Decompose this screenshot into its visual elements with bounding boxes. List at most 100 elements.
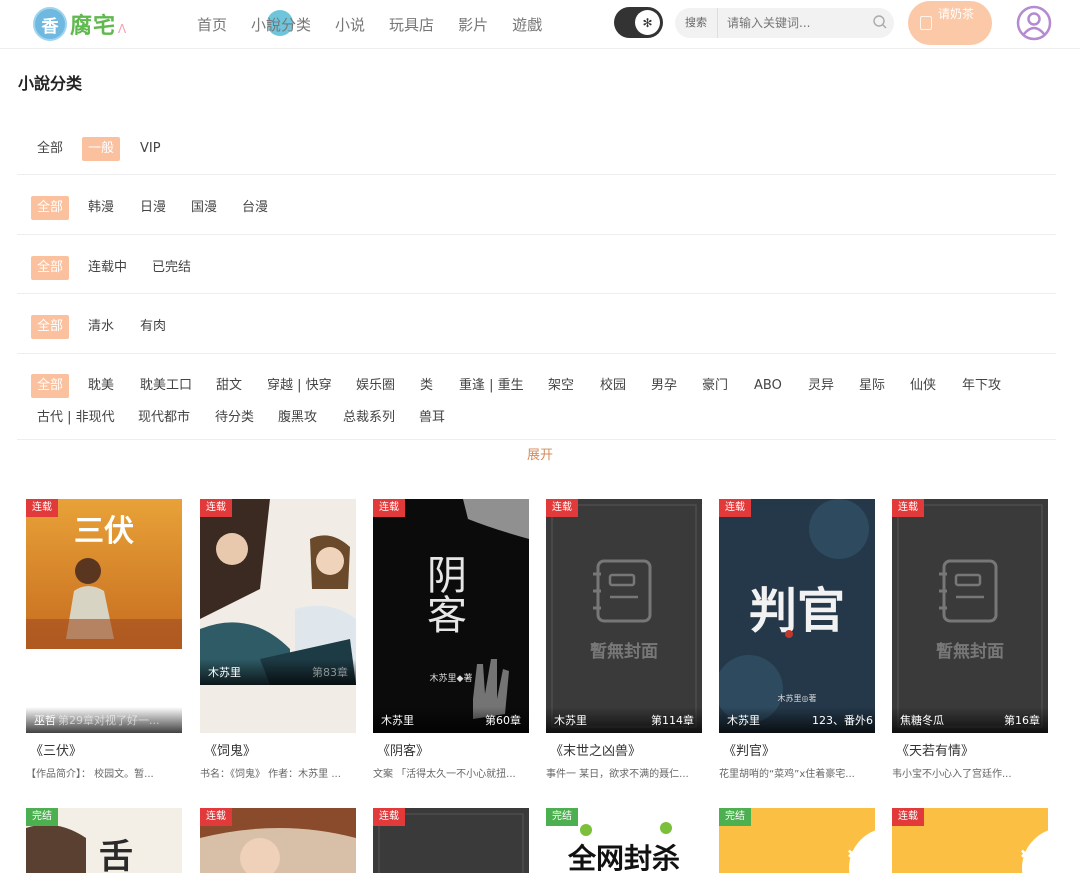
search-label[interactable]: 搜索 (675, 8, 718, 38)
book-cover[interactable]: 暫無封面 连载 焦糖冬瓜 第16章 (892, 499, 1048, 733)
theme-toggle[interactable]: ✻ (614, 7, 663, 38)
cover-art-sigui (200, 499, 356, 733)
filter-row-access: 全部 一般 VIP (17, 118, 1056, 175)
logo-text: 腐宅 (70, 14, 117, 39)
nav-videos[interactable]: 影片 (458, 14, 488, 35)
expand-tags-button[interactable]: 展开 (0, 444, 1080, 463)
site-logo[interactable]: 香 腐宅 ᐱ (33, 6, 126, 42)
book-author: 木苏里 (208, 666, 241, 679)
cover-info-bar: 木苏里 第60章 (373, 707, 529, 733)
filter-chip[interactable]: 年下攻 (956, 374, 1007, 398)
cover-info-bar: 焦糖冬瓜 第16章 (892, 707, 1048, 733)
status-badge: 连载 (373, 808, 405, 826)
filter-chip[interactable]: 甜文 (210, 374, 248, 398)
book-title[interactable]: 《三伏》 (30, 740, 82, 759)
svg-text:舌: 舌 (99, 837, 133, 873)
status-badge: 完结 (719, 808, 751, 826)
book-description: 事件一 某日，欲求不满的聂仁... (546, 769, 689, 780)
book-cover[interactable]: 连载 木苏里 第83章 (200, 499, 356, 733)
book-title[interactable]: 《饲鬼》 (204, 740, 256, 759)
filter-chip[interactable]: 清水 (82, 315, 120, 339)
book-description: 文案 「活得太久一不小心就扭... (373, 769, 516, 780)
user-avatar-icon[interactable] (1016, 5, 1052, 41)
book-cover[interactable]: 全网封杀 完结 (546, 808, 702, 873)
filter-chip[interactable]: 连载中 (82, 256, 133, 280)
cover-art-sanfu: 三伏 (26, 499, 182, 733)
book-title[interactable]: 《阴客》 (377, 740, 429, 759)
status-badge: 完结 (26, 808, 58, 826)
filter-chip[interactable]: 已完结 (146, 256, 197, 280)
page-title: 小說分类 (18, 74, 83, 93)
svg-text:全网封杀: 全网封杀 (567, 842, 680, 873)
book-description: 【作品简介】： 校园文。暂... (26, 769, 154, 780)
svg-text:✖: ✖ (1020, 847, 1030, 861)
filter-chip[interactable]: 耽美工口 (134, 374, 198, 398)
filter-chip[interactable]: 校园 (594, 374, 632, 398)
search-input[interactable] (718, 16, 894, 30)
filter-chip[interactable]: 豪门 (696, 374, 734, 398)
book-cover[interactable]: 暫無封面 连载 木苏里 第114章 (546, 499, 702, 733)
filter-chip[interactable]: 耽美 (82, 374, 120, 398)
book-title[interactable]: 《判官》 (723, 740, 775, 759)
book-chapter: 第83章 (312, 666, 348, 679)
cover-author-text: 木苏里◆著 (430, 672, 473, 684)
filter-row-content: 全部 清水 有肉 (17, 294, 1056, 354)
filter-chip[interactable]: 全部 (31, 374, 70, 398)
filter-chip[interactable]: 仙侠 (904, 374, 942, 398)
filter-chip[interactable]: 全部 (31, 315, 70, 339)
filter-chip[interactable]: 总裁系列 (337, 406, 401, 430)
filter-chip[interactable]: 现代都市 (132, 406, 196, 430)
filter-chip[interactable]: ABO (748, 374, 788, 398)
book-cover[interactable]: 舌 完结 (26, 808, 182, 873)
filter-chip[interactable]: 穿越 | 快穿 (261, 374, 338, 398)
book-author: 木苏里 (554, 714, 587, 727)
filter-chip[interactable]: 日漫 (134, 196, 172, 220)
book-title[interactable]: 《末世之凶兽》 (550, 740, 641, 759)
filter-chip[interactable]: VIP (134, 137, 167, 161)
filter-chip[interactable]: 国漫 (185, 196, 223, 220)
filter-chip[interactable]: 全部 (31, 137, 69, 161)
book-cover[interactable]: ✖ 完结 (719, 808, 875, 873)
filter-chip[interactable]: 类 (414, 374, 439, 398)
filter-chip[interactable]: 兽耳 (413, 406, 451, 430)
filter-chip[interactable]: 待分类 (209, 406, 260, 430)
filter-chip[interactable]: 古代 | 非现代 (31, 406, 121, 430)
filter-chip[interactable]: 韩漫 (82, 196, 120, 220)
book-cover[interactable]: ✖ 连载 (892, 808, 1048, 873)
filter-chip[interactable]: 星际 (853, 374, 891, 398)
no-cover-text: 暫無封面 (936, 641, 1004, 662)
buy-tea-button[interactable]: 请奶茶 (908, 1, 992, 45)
search-box: 搜索 (675, 8, 894, 38)
book-cover[interactable]: 三伏 连载 巫哲 第29章对视了好一... (26, 499, 182, 733)
filter-chip[interactable]: 腹黑攻 (272, 406, 323, 430)
book-chapter: 第16章 (1004, 714, 1040, 727)
nav-novels[interactable]: 小说 (335, 14, 365, 35)
book-title[interactable]: 《天若有情》 (896, 740, 974, 759)
book-cover[interactable]: 判官 木苏里◎著 连载 木苏里 123、番外6 (719, 499, 875, 733)
status-badge: 连载 (719, 499, 751, 517)
filter-chip[interactable]: 娱乐圈 (350, 374, 401, 398)
cover-title-text: 三伏 (74, 514, 134, 549)
filter-chip[interactable]: 全部 (31, 256, 70, 280)
filter-chip[interactable]: 台漫 (236, 196, 274, 220)
filter-chip[interactable]: 架空 (542, 374, 580, 398)
nav-home[interactable]: 首页 (197, 14, 227, 35)
filter-chip[interactable]: 全部 (31, 196, 70, 220)
filter-chip[interactable]: 有肉 (134, 315, 172, 339)
filter-chip[interactable]: 灵异 (802, 374, 840, 398)
filter-chip[interactable]: 重逢 | 重生 (453, 374, 530, 398)
nav-games[interactable]: 遊戲 (512, 14, 542, 35)
status-badge: 连载 (546, 499, 578, 517)
nav-toy-store[interactable]: 玩具店 (389, 14, 434, 35)
status-badge: 连载 (200, 808, 232, 826)
book-cover[interactable]: 连载 (373, 808, 529, 873)
filter-chip[interactable]: 男孕 (645, 374, 683, 398)
nav-novel-categories[interactable]: 小說分类 (251, 9, 311, 36)
logo-decoration-icon: ᐱ (118, 22, 127, 36)
no-cover-placeholder: 暫無封面 (892, 499, 1048, 733)
logo-badge: 香 (33, 7, 67, 41)
filter-chip[interactable]: 一般 (82, 137, 121, 161)
book-cover[interactable]: 阴客 木苏里◆著 连载 木苏里 第60章 (373, 499, 529, 733)
search-icon[interactable] (872, 14, 888, 30)
book-cover[interactable]: 连载 (200, 808, 356, 873)
